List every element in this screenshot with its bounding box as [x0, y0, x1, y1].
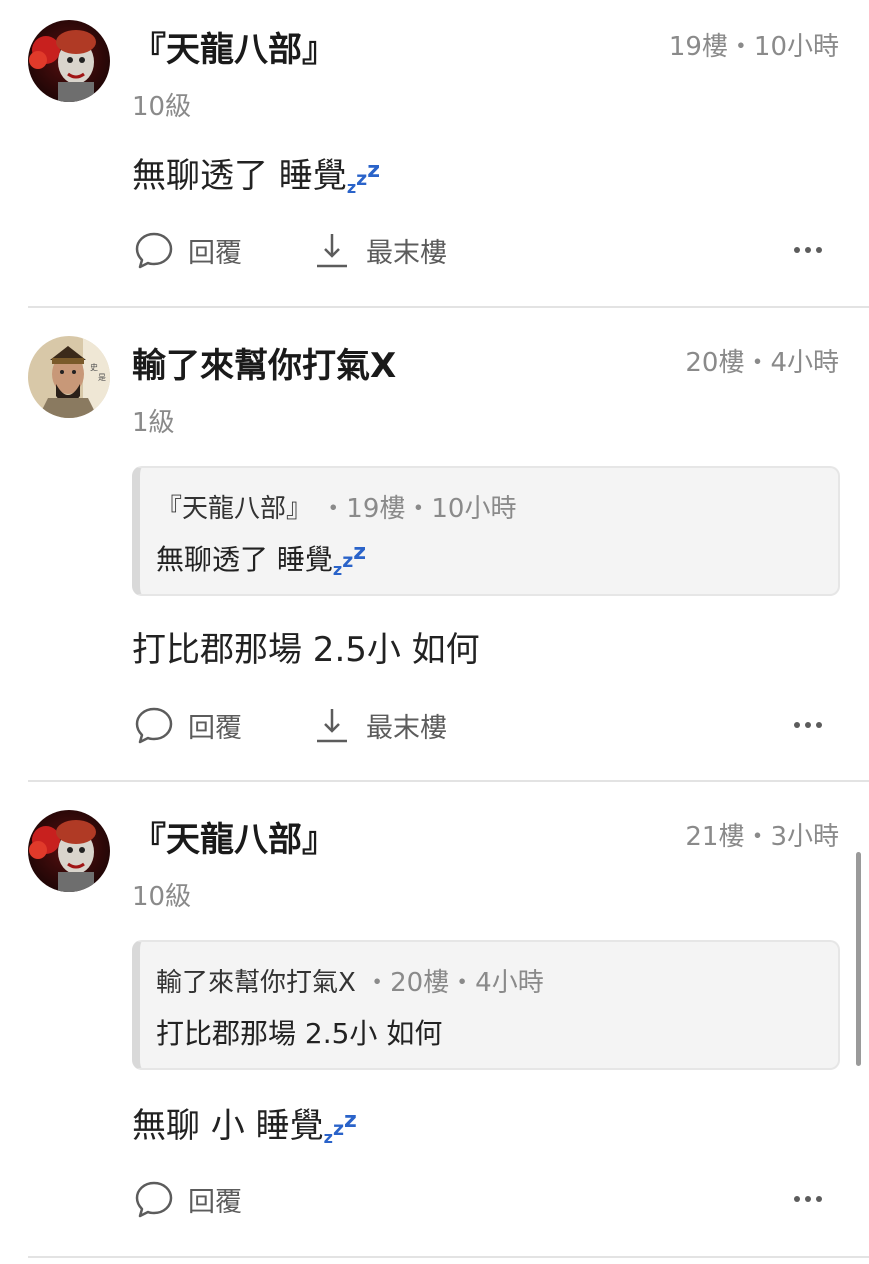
quote-author: 『天龍八部』	[156, 494, 313, 524]
post-text: 無聊 小 睡覺	[132, 1106, 324, 1146]
floor-time-meta: 20樓・4小時	[685, 348, 839, 378]
zzz-emoji: zzz	[332, 540, 367, 579]
user-level: 10級	[132, 882, 192, 912]
post-text: 無聊透了 睡覺	[132, 156, 347, 196]
divider	[28, 306, 869, 308]
quote-header: 『天龍八部』 ・19樓・10小時	[156, 488, 516, 525]
divider	[28, 780, 869, 782]
author-name[interactable]: 『天龍八部』	[132, 22, 336, 71]
reply-button[interactable]: 回覆	[134, 225, 242, 275]
speech-bubble-icon	[134, 705, 174, 745]
post-content: 打比郡那場 2.5小 如何	[132, 630, 480, 670]
zzz-emoji: zzz	[346, 158, 380, 197]
quote-author: 輸了來幫你打氣X	[156, 968, 356, 998]
download-arrow-icon	[312, 705, 352, 745]
post-content: 無聊 小 睡覺zzz	[132, 1098, 357, 1147]
last-floor-button[interactable]: 最末樓	[312, 700, 447, 750]
quote-text: 無聊透了 睡覺	[156, 543, 333, 576]
reply-button[interactable]: 回覆	[134, 700, 242, 750]
speech-bubble-icon	[134, 230, 174, 270]
last-floor-label: 最末樓	[366, 712, 447, 744]
user-level: 1級	[132, 408, 175, 438]
reply-label: 回覆	[188, 237, 242, 269]
quote-meta: ・20樓・4小時	[364, 968, 544, 998]
quote-content: 打比郡那場 2.5小 如何	[156, 1017, 443, 1050]
author-name[interactable]: 輸了來幫你打氣X	[132, 338, 396, 387]
post-actions: 回覆	[0, 1174, 869, 1224]
avatar[interactable]: 史 是	[28, 336, 110, 418]
divider	[28, 1256, 869, 1258]
reply-button[interactable]: 回覆	[134, 1174, 242, 1224]
floor-time-meta: 21樓・3小時	[685, 822, 839, 852]
more-dots-icon[interactable]	[793, 237, 823, 263]
avatar[interactable]	[28, 810, 110, 892]
author-name[interactable]: 『天龍八部』	[132, 812, 336, 861]
quote-header: 輸了來幫你打氣X ・20樓・4小時	[156, 962, 544, 999]
post-actions: 回覆 最末樓	[0, 225, 869, 275]
svg-text:是: 是	[98, 373, 106, 382]
last-floor-label: 最末樓	[366, 237, 447, 269]
reply-label: 回覆	[188, 1186, 242, 1218]
post-floor-20: 史 是 輸了來幫你打氣X 20樓・4小時 1級 『天龍八部』 ・19樓・10小時…	[0, 316, 869, 782]
zzz-emoji: zzz	[323, 1108, 357, 1147]
quote-meta: ・19樓・10小時	[320, 494, 517, 524]
last-floor-button[interactable]: 最末樓	[312, 225, 447, 275]
more-dots-icon[interactable]	[793, 712, 823, 738]
post-content: 無聊透了 睡覺zzz	[132, 148, 380, 197]
speech-bubble-icon	[134, 1179, 174, 1219]
post-actions: 回覆 最末樓	[0, 700, 869, 750]
scrollbar[interactable]	[856, 852, 861, 1066]
floor-time-meta: 19樓・10小時	[668, 32, 839, 62]
post-floor-19: 『天龍八部』 19樓・10小時 10級 無聊透了 睡覺zzz 回覆 最末樓	[0, 0, 869, 308]
svg-text:史: 史	[90, 362, 98, 372]
quoted-post[interactable]: 輸了來幫你打氣X ・20樓・4小時 打比郡那場 2.5小 如何	[132, 940, 840, 1070]
quoted-post[interactable]: 『天龍八部』 ・19樓・10小時 無聊透了 睡覺zzz	[132, 466, 840, 596]
more-dots-icon[interactable]	[793, 1186, 823, 1212]
reply-label: 回覆	[188, 712, 242, 744]
user-level: 10級	[132, 92, 192, 122]
quote-content: 無聊透了 睡覺zzz	[156, 538, 366, 579]
download-arrow-icon	[312, 230, 352, 270]
avatar[interactable]	[28, 20, 110, 102]
post-floor-21: 『天龍八部』 21樓・3小時 10級 輸了來幫你打氣X ・20樓・4小時 打比郡…	[0, 790, 869, 1258]
